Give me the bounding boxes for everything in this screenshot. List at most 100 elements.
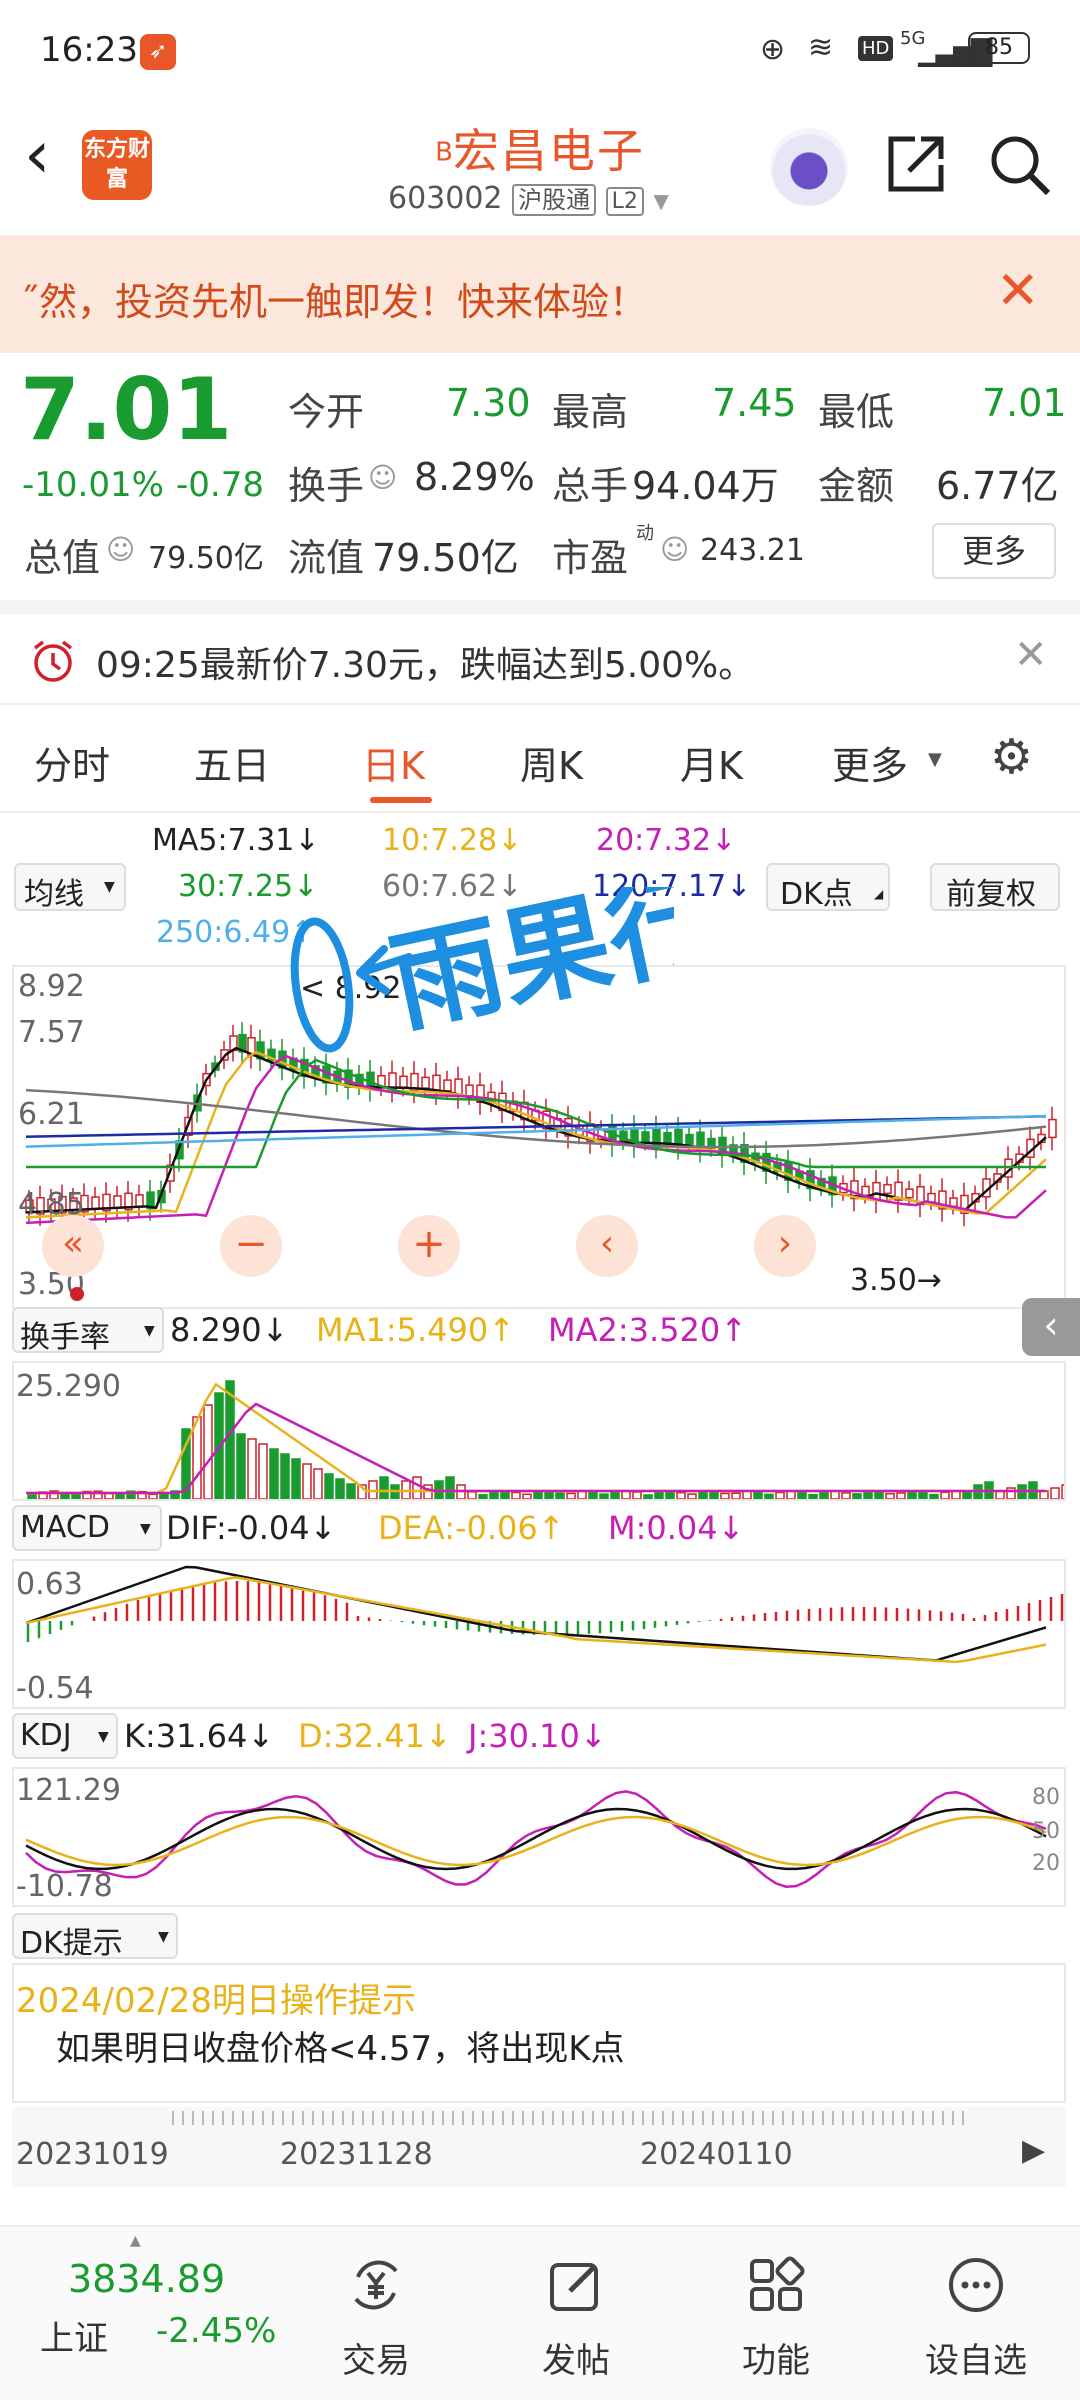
turnover-ma2-line (26, 1402, 1046, 1495)
timeline[interactable]: 20231019 20231128 20240110 ▶ (12, 2107, 1066, 2187)
turnover-bar (511, 1491, 521, 1499)
turnover-svg (26, 1380, 1064, 1499)
share-icon[interactable] (885, 133, 947, 195)
info-icon[interactable]: ☺ (106, 533, 135, 566)
caret-up-icon: ▲ (130, 2233, 141, 2249)
assistant-avatar-icon[interactable] (770, 128, 848, 206)
turnover-bar (599, 1493, 609, 1499)
index-name: 上证 (40, 2319, 108, 2359)
index-change: -2.45% (156, 2311, 277, 2351)
settings-gear-icon[interactable]: ⚙ (990, 729, 1033, 785)
turnover-bar (687, 1493, 697, 1499)
bottom-navigation: ▲ 3834.89 上证 -2.45% 交易 发帖 功能 设自选 (0, 2225, 1080, 2400)
candlestick (135, 1194, 144, 1208)
kdj-d: D:32.41↓ (298, 1717, 452, 1755)
turnover-bar (819, 1491, 829, 1499)
float-label: 流值 (288, 536, 365, 580)
nav-watchlist-label: 设自选 (925, 2341, 1027, 2381)
scroll-right-icon[interactable]: › (754, 1215, 816, 1277)
ma10-value: 10:7.28↓ (382, 823, 523, 858)
zoom-in-icon[interactable]: + (398, 1215, 460, 1277)
wifi-icon: ≋ (808, 30, 834, 65)
promo-banner[interactable]: ˝然，投资先机一触即发！快来体验！ ✕ (0, 235, 1080, 353)
notification-icon: ➶ (140, 34, 176, 70)
macd-panel[interactable]: 0.63 -0.54 (12, 1559, 1066, 1709)
tab-intraday[interactable]: 分时 (34, 735, 110, 790)
turnover-bar (313, 1468, 323, 1499)
change-pct: -10.01% (22, 465, 164, 505)
high-value: 7.45 (712, 381, 797, 425)
macd-dea-line (25, 1576, 1047, 1664)
turnover-bar (533, 1490, 543, 1499)
price-alert[interactable]: 09:25最新价7.30元，跌幅达到5.00%。 ✕ (0, 600, 1080, 705)
kdj-80-label: 80 (1032, 1785, 1060, 1810)
play-icon[interactable]: ▶ (1022, 2133, 1045, 2168)
nav-trade[interactable]: 交易 (276, 2227, 476, 2382)
turnover-bar (1061, 1484, 1064, 1499)
y-label-1: 8.92 (18, 969, 85, 1004)
scroll-left-icon[interactable]: ‹ (576, 1215, 638, 1277)
mktcap-value: 79.50亿 (148, 541, 264, 576)
hd-icon: HD (858, 36, 894, 61)
turnover-ma1: MA1:5.490↑ (316, 1311, 516, 1349)
ma5-value: MA5:7.31↓ (152, 823, 320, 858)
macd-dif-line (25, 1565, 1047, 1662)
info-icon[interactable]: ☺ (368, 461, 397, 494)
close-icon[interactable]: ✕ (996, 261, 1040, 321)
kline-panel[interactable]: 8.92 7.57 6.21 4.85 3.50 < 8.92 3.50→ « … (12, 887, 1066, 1309)
nav-functions[interactable]: 功能 (676, 2227, 876, 2382)
nav-watchlist[interactable]: 设自选 (876, 2227, 1076, 2382)
kdj-j-line (25, 1790, 1047, 1888)
stock-code-row[interactable]: 603002 沪股通 L2 ▼ (388, 180, 669, 216)
info-icon[interactable]: ☺ (660, 533, 689, 566)
turnover-bar (588, 1490, 598, 1499)
kdj-selector-label: KDJ (20, 1718, 72, 1753)
title-prefix: B (435, 137, 453, 168)
turnover-panel[interactable]: 25.290 (12, 1361, 1066, 1501)
collapse-panel-icon[interactable]: ‹ (1022, 1298, 1080, 1356)
tab-more[interactable]: 更多 (832, 735, 908, 790)
ma-selector[interactable]: 均线 ▼ (14, 863, 126, 912)
tab-daily-k[interactable]: 日K (362, 735, 425, 790)
candlestick (861, 1185, 870, 1196)
last-price: 7.01 (20, 360, 233, 460)
kdj-panel[interactable]: 121.29 -10.78 80 50 20 (12, 1767, 1066, 1907)
kdj-bottom-label: -10.78 (16, 1869, 113, 1904)
dk-point-button[interactable]: DK点 ◢ (766, 863, 890, 912)
macd-selector[interactable]: MACD ▼ (12, 1505, 162, 1551)
turnover-bar (929, 1493, 939, 1499)
open-label: 今开 (288, 390, 365, 434)
turnover-bar (698, 1490, 708, 1499)
turnover-bar (544, 1490, 554, 1499)
add-icon: ⊕ (760, 32, 786, 67)
nav-post[interactable]: 发帖 (476, 2227, 676, 2382)
search-icon[interactable] (988, 133, 1052, 197)
zoom-out-icon[interactable]: − (220, 1215, 282, 1277)
turnover-bar (379, 1476, 389, 1499)
turnover-bar (236, 1433, 246, 1499)
adjust-button[interactable]: 前复权 (930, 863, 1060, 912)
turnover-ma1-line (26, 1382, 1046, 1495)
tab-monthly-k[interactable]: 月K (680, 735, 743, 790)
turnover-bar (797, 1491, 807, 1499)
close-icon[interactable]: ✕ (1014, 632, 1048, 678)
alarm-clock-icon (33, 640, 73, 682)
pe-superscript: 动 (636, 523, 654, 544)
mktcap-label: 总值 (24, 536, 101, 580)
turnover-selector[interactable]: 换手率 ▼ (12, 1307, 164, 1355)
turnover-bar (225, 1380, 235, 1499)
tab-weekly-k[interactable]: 周K (520, 735, 583, 790)
chart-tabs: 分时 五日 日K 周K 月K 更多 ▼ ⚙ (0, 705, 1080, 813)
scroll-first-icon[interactable]: « (42, 1215, 104, 1277)
kdj-selector[interactable]: KDJ ▼ (12, 1713, 118, 1759)
level-tag: L2 (605, 187, 644, 216)
turnover-bar (676, 1491, 686, 1499)
index-ticker[interactable]: ▲ 3834.89 上证 -2.45% (0, 2227, 280, 2402)
more-button[interactable]: 更多 (932, 523, 1056, 579)
macd-m: M:0.04↓ (608, 1509, 745, 1547)
tab-five-day[interactable]: 五日 (194, 735, 270, 790)
dk-tip-selector[interactable]: DK提示 ▼ (12, 1913, 178, 1961)
turnover-bar (852, 1493, 862, 1499)
low-label: 最低 (818, 390, 895, 434)
trade-yen-icon (354, 2260, 398, 2310)
